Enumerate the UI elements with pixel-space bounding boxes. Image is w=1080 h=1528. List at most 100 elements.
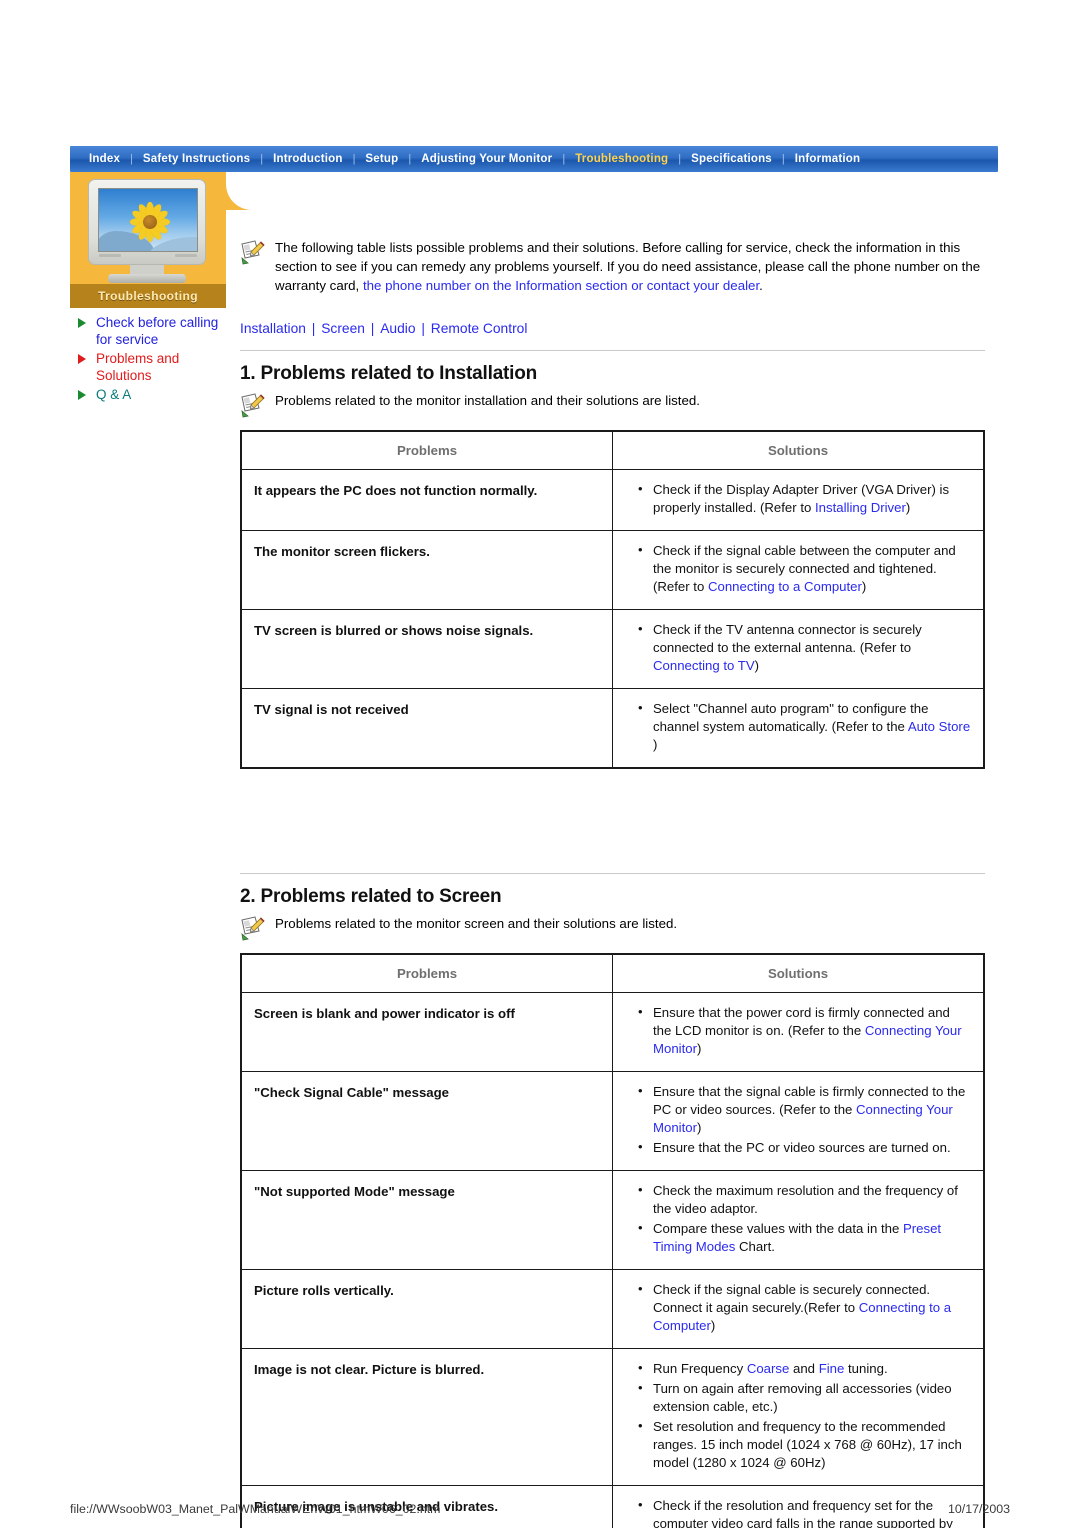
problem-cell: The monitor screen flickers. — [240, 530, 613, 610]
solution-inline-link[interactable]: Installing Driver — [815, 500, 906, 515]
sidebar-link-q-a[interactable]: Q & A — [74, 386, 226, 403]
section-note: Problems related to the monitor installa… — [240, 391, 985, 418]
nav-item-setup[interactable]: Setup — [356, 153, 407, 165]
solution-list: Check the maximum resolution and the fre… — [635, 1181, 971, 1256]
solution-inline-link[interactable]: Coarse — [747, 1361, 790, 1376]
solution-list: Ensure that the power cord is firmly con… — [635, 1003, 971, 1058]
solution-item: Select "Channel auto program" to configu… — [638, 699, 971, 754]
solution-list: Check if the TV antenna connector is sec… — [635, 620, 971, 675]
sidebar-link-check-before-calling-for-service[interactable]: Check before calling for service — [74, 314, 226, 348]
solution-cell: Run Frequency Coarse and Fine tuning.Tur… — [612, 1348, 985, 1486]
table-row: Screen is blank and power indicator is o… — [240, 992, 985, 1072]
problem-cell: Image is not clear. Picture is blurred. — [240, 1348, 613, 1486]
section-note-text: Problems related to the monitor installa… — [275, 393, 700, 408]
table-row: Picture rolls vertically. Check if the si… — [240, 1269, 985, 1349]
solution-item: Ensure that the PC or video sources are … — [638, 1138, 971, 1157]
sidebar: Troubleshooting Check before calling for… — [70, 172, 294, 405]
solution-item: Compare these values with the data in th… — [638, 1219, 971, 1256]
flower-core — [143, 215, 157, 229]
divider-top — [240, 350, 985, 351]
main-content: The following table lists possible probl… — [240, 238, 985, 1528]
solution-item: Check if the Display Adapter Driver (VGA… — [638, 480, 971, 517]
crosslink-separator: | — [417, 321, 429, 336]
solution-cell: Check the maximum resolution and the fre… — [612, 1170, 985, 1270]
problems-solutions-table: Problems Solutions Screen is blank and pow… — [240, 953, 985, 1528]
solution-inline-link[interactable]: Connecting to a Computer — [653, 1300, 951, 1333]
nav-item-introduction[interactable]: Introduction — [264, 153, 351, 165]
solution-item: Set resolution and frequency to the reco… — [638, 1417, 971, 1472]
table-row: TV signal is not received Select "Channel… — [240, 688, 985, 769]
notepad-icon — [240, 239, 266, 265]
footer-file-path: file://WWsoobW03_Manet_PalWManualWEnW01_… — [70, 1502, 441, 1516]
notepad-icon — [240, 392, 266, 418]
crt-screen — [98, 188, 198, 252]
nav-item-adjusting-your-monitor[interactable]: Adjusting Your Monitor — [412, 153, 561, 165]
section-note-text: Problems related to the monitor screen a… — [275, 916, 678, 931]
solution-cell: Check if the Display Adapter Driver (VGA… — [612, 469, 985, 531]
crosslink-installation[interactable]: Installation — [240, 321, 306, 336]
problem-cell: It appears the PC does not function norm… — [240, 469, 613, 531]
solution-cell: Check if the TV antenna connector is sec… — [612, 609, 985, 689]
intro-inline-link[interactable]: the phone number on the Information sect… — [363, 278, 759, 293]
solution-inline-link[interactable]: Auto Store — [908, 719, 970, 734]
solution-inline-link[interactable]: Connecting to a Computer — [708, 579, 862, 594]
solution-cell: Select "Channel auto program" to configu… — [612, 688, 985, 769]
crosslink-separator: | — [307, 321, 320, 336]
nav-item-index[interactable]: Index — [80, 153, 129, 165]
column-header-problems: Problems — [240, 953, 613, 993]
crt-vents — [99, 254, 197, 259]
footer-date: 10/17/2003 — [947, 1502, 1010, 1516]
solution-cell: Ensure that the signal cable is firmly c… — [612, 1071, 985, 1171]
nav-item-information[interactable]: Information — [786, 153, 869, 165]
table-row: The monitor screen flickers. Check if the… — [240, 530, 985, 610]
column-header-solutions: Solutions — [612, 430, 985, 470]
table-row: Image is not clear. Picture is blurred.R… — [240, 1348, 985, 1486]
crosslink-row[interactable]: Installation | Screen | Audio | Remote C… — [240, 321, 985, 336]
problems-solutions-table: Problems Solutions It appears the PC does … — [240, 430, 985, 769]
nav-item-troubleshooting[interactable]: Troubleshooting — [566, 153, 677, 165]
solution-item: Turn on again after removing all accesso… — [638, 1379, 971, 1416]
solution-inline-link[interactable]: Preset Timing Modes — [653, 1221, 941, 1254]
nav-item-safety-instructions[interactable]: Safety Instructions — [134, 153, 259, 165]
crosslink-screen[interactable]: Screen — [321, 321, 365, 336]
sidebar-link-label: Problems and Solutions — [96, 351, 180, 383]
sidebar-link-label: Check before calling for service — [96, 315, 219, 347]
sidebar-link-list: Check before calling for service Problems… — [70, 314, 226, 403]
solution-item: Ensure that the signal cable is firmly c… — [638, 1082, 971, 1137]
crt-base — [108, 274, 186, 283]
column-header-problems: Problems — [240, 430, 613, 470]
sidebar-hero-card: Troubleshooting — [70, 172, 294, 308]
solution-cell: Ensure that the power cord is firmly con… — [612, 992, 985, 1072]
solution-list: Check if the signal cable is securely co… — [635, 1280, 971, 1335]
section-title: 2. Problems related to Screen — [240, 886, 502, 907]
solution-item: Check the maximum resolution and the fre… — [638, 1181, 971, 1218]
sidebar-banner-label: Troubleshooting — [70, 284, 226, 308]
table-row: It appears the PC does not function norm… — [240, 469, 985, 531]
triangle-bullet-icon — [78, 390, 86, 400]
sections-container: 1. Problems related to Installation Probl… — [240, 363, 985, 1528]
nav-item-specifications[interactable]: Specifications — [682, 153, 781, 165]
table-row: "Check Signal Cable" message Ensure that … — [240, 1071, 985, 1171]
section-note: Problems related to the monitor screen a… — [240, 914, 985, 941]
table-header-row: Problems Solutions — [240, 953, 985, 993]
solution-inline-link[interactable]: Connecting Your Monitor — [653, 1023, 962, 1056]
sidebar-link-label: Q & A — [96, 387, 132, 402]
problem-cell: "Check Signal Cable" message — [240, 1071, 613, 1171]
problem-cell: TV signal is not received — [240, 688, 613, 769]
sunflower-icon — [129, 201, 171, 243]
crosslink-audio[interactable]: Audio — [380, 321, 415, 336]
solution-inline-link[interactable]: Connecting Your Monitor — [653, 1102, 953, 1135]
solution-inline-link[interactable]: Fine — [819, 1361, 845, 1376]
problem-cell: Picture rolls vertically. — [240, 1269, 613, 1349]
divider-section — [240, 873, 985, 874]
notepad-icon — [240, 915, 266, 941]
sidebar-link-problems-and-solutions[interactable]: Problems and Solutions — [74, 350, 226, 384]
solution-cell: Check if the signal cable between the co… — [612, 530, 985, 610]
solution-list: Check if the signal cable between the co… — [635, 541, 971, 596]
crosslink-remote-control[interactable]: Remote Control — [431, 321, 528, 336]
problem-cell: "Not supported Mode" message — [240, 1170, 613, 1270]
problem-cell: TV screen is blurred or shows noise sign… — [240, 609, 613, 689]
solution-inline-link[interactable]: Connecting to TV — [653, 658, 755, 673]
top-navigation-bar[interactable]: Index | Safety Instructions | Introduction | S… — [70, 146, 998, 172]
